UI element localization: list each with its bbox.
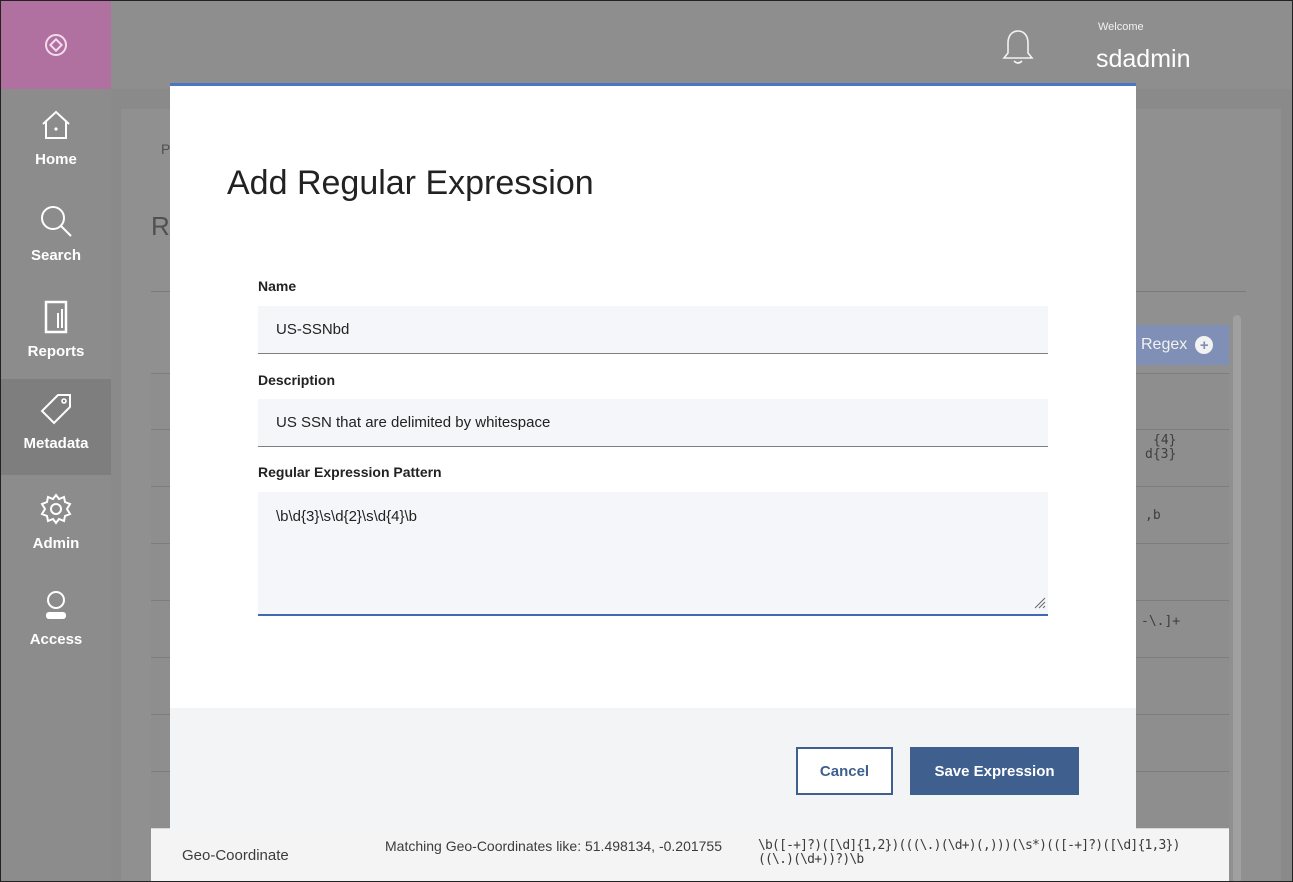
sidebar-item-admin[interactable]: Admin <box>1 479 111 575</box>
logo-icon <box>45 34 67 56</box>
sidebar-item-label: Access <box>29 631 83 648</box>
row-name: Geo-Coordinate <box>182 847 289 864</box>
row-pattern: \b([-+]?)([\d]{1,2})(((\.)(\d+)(,)))(\s*… <box>758 838 1180 867</box>
username[interactable]: sdadmin <box>1096 45 1191 74</box>
sidebar-item-home[interactable]: Home <box>1 95 111 191</box>
breadcrumb: P <box>161 141 171 157</box>
pattern-textarea[interactable]: \b\d{3}\s\d{2}\s\d{4}\b <box>258 492 1048 616</box>
sidebar-item-metadata[interactable]: Metadata <box>1 379 111 475</box>
add-regex-label: Regex <box>1141 336 1188 353</box>
scrollbar <box>1233 315 1241 881</box>
name-field[interactable] <box>258 306 1048 354</box>
pattern-label: Regular Expression Pattern <box>258 464 442 480</box>
row-description: Matching Geo-Coordinates like: 51.498134… <box>385 838 722 854</box>
pattern-fragment: -\.]+ <box>1141 614 1181 629</box>
cancel-button[interactable]: Cancel <box>796 747 893 795</box>
save-expression-button[interactable]: Save Expression <box>910 747 1079 795</box>
add-regex-button: Regex + <box>1129 325 1229 365</box>
sidebar-item-label: Search <box>30 247 82 264</box>
reports-icon <box>44 300 68 334</box>
page-title: R <box>151 211 170 241</box>
bell-icon[interactable] <box>1001 27 1035 67</box>
add-regex-modal: Add Regular Expression Name Description … <box>170 83 1136 832</box>
sidebar-item-label: Reports <box>27 343 85 360</box>
sidebar-item-search[interactable]: Search <box>1 191 111 287</box>
sidebar-nav: Home Search Reports Metadata Admin Acces… <box>1 89 111 881</box>
description-field[interactable] <box>258 399 1048 447</box>
plus-icon: + <box>1195 336 1214 354</box>
sidebar-item-reports[interactable]: Reports <box>1 287 111 383</box>
tag-icon <box>40 394 71 425</box>
resize-handle-icon[interactable] <box>1032 595 1046 609</box>
pattern-fragment: {4} <box>1153 433 1177 448</box>
gear-icon <box>40 493 72 525</box>
pattern-fragment: ,b <box>1145 508 1161 523</box>
name-label: Name <box>258 278 297 294</box>
home-icon <box>42 110 70 139</box>
top-bar: Welcome sdadmin <box>1 1 1292 89</box>
app-window: Welcome sdadmin Home Search Reports Meta… <box>0 0 1293 882</box>
modal-title: Add Regular Expression <box>227 164 594 202</box>
sidebar-item-access[interactable]: Access <box>1 575 111 671</box>
user-icon <box>46 591 66 619</box>
sidebar-item-label: Metadata <box>23 435 89 452</box>
search-icon <box>41 206 72 237</box>
welcome-label: Welcome <box>1098 21 1144 33</box>
pattern-fragment: d{3} <box>1145 447 1177 462</box>
logo-button[interactable] <box>1 1 111 89</box>
description-label: Description <box>258 372 336 388</box>
sidebar-item-label: Home <box>35 151 77 168</box>
sidebar-item-label: Admin <box>32 535 80 552</box>
